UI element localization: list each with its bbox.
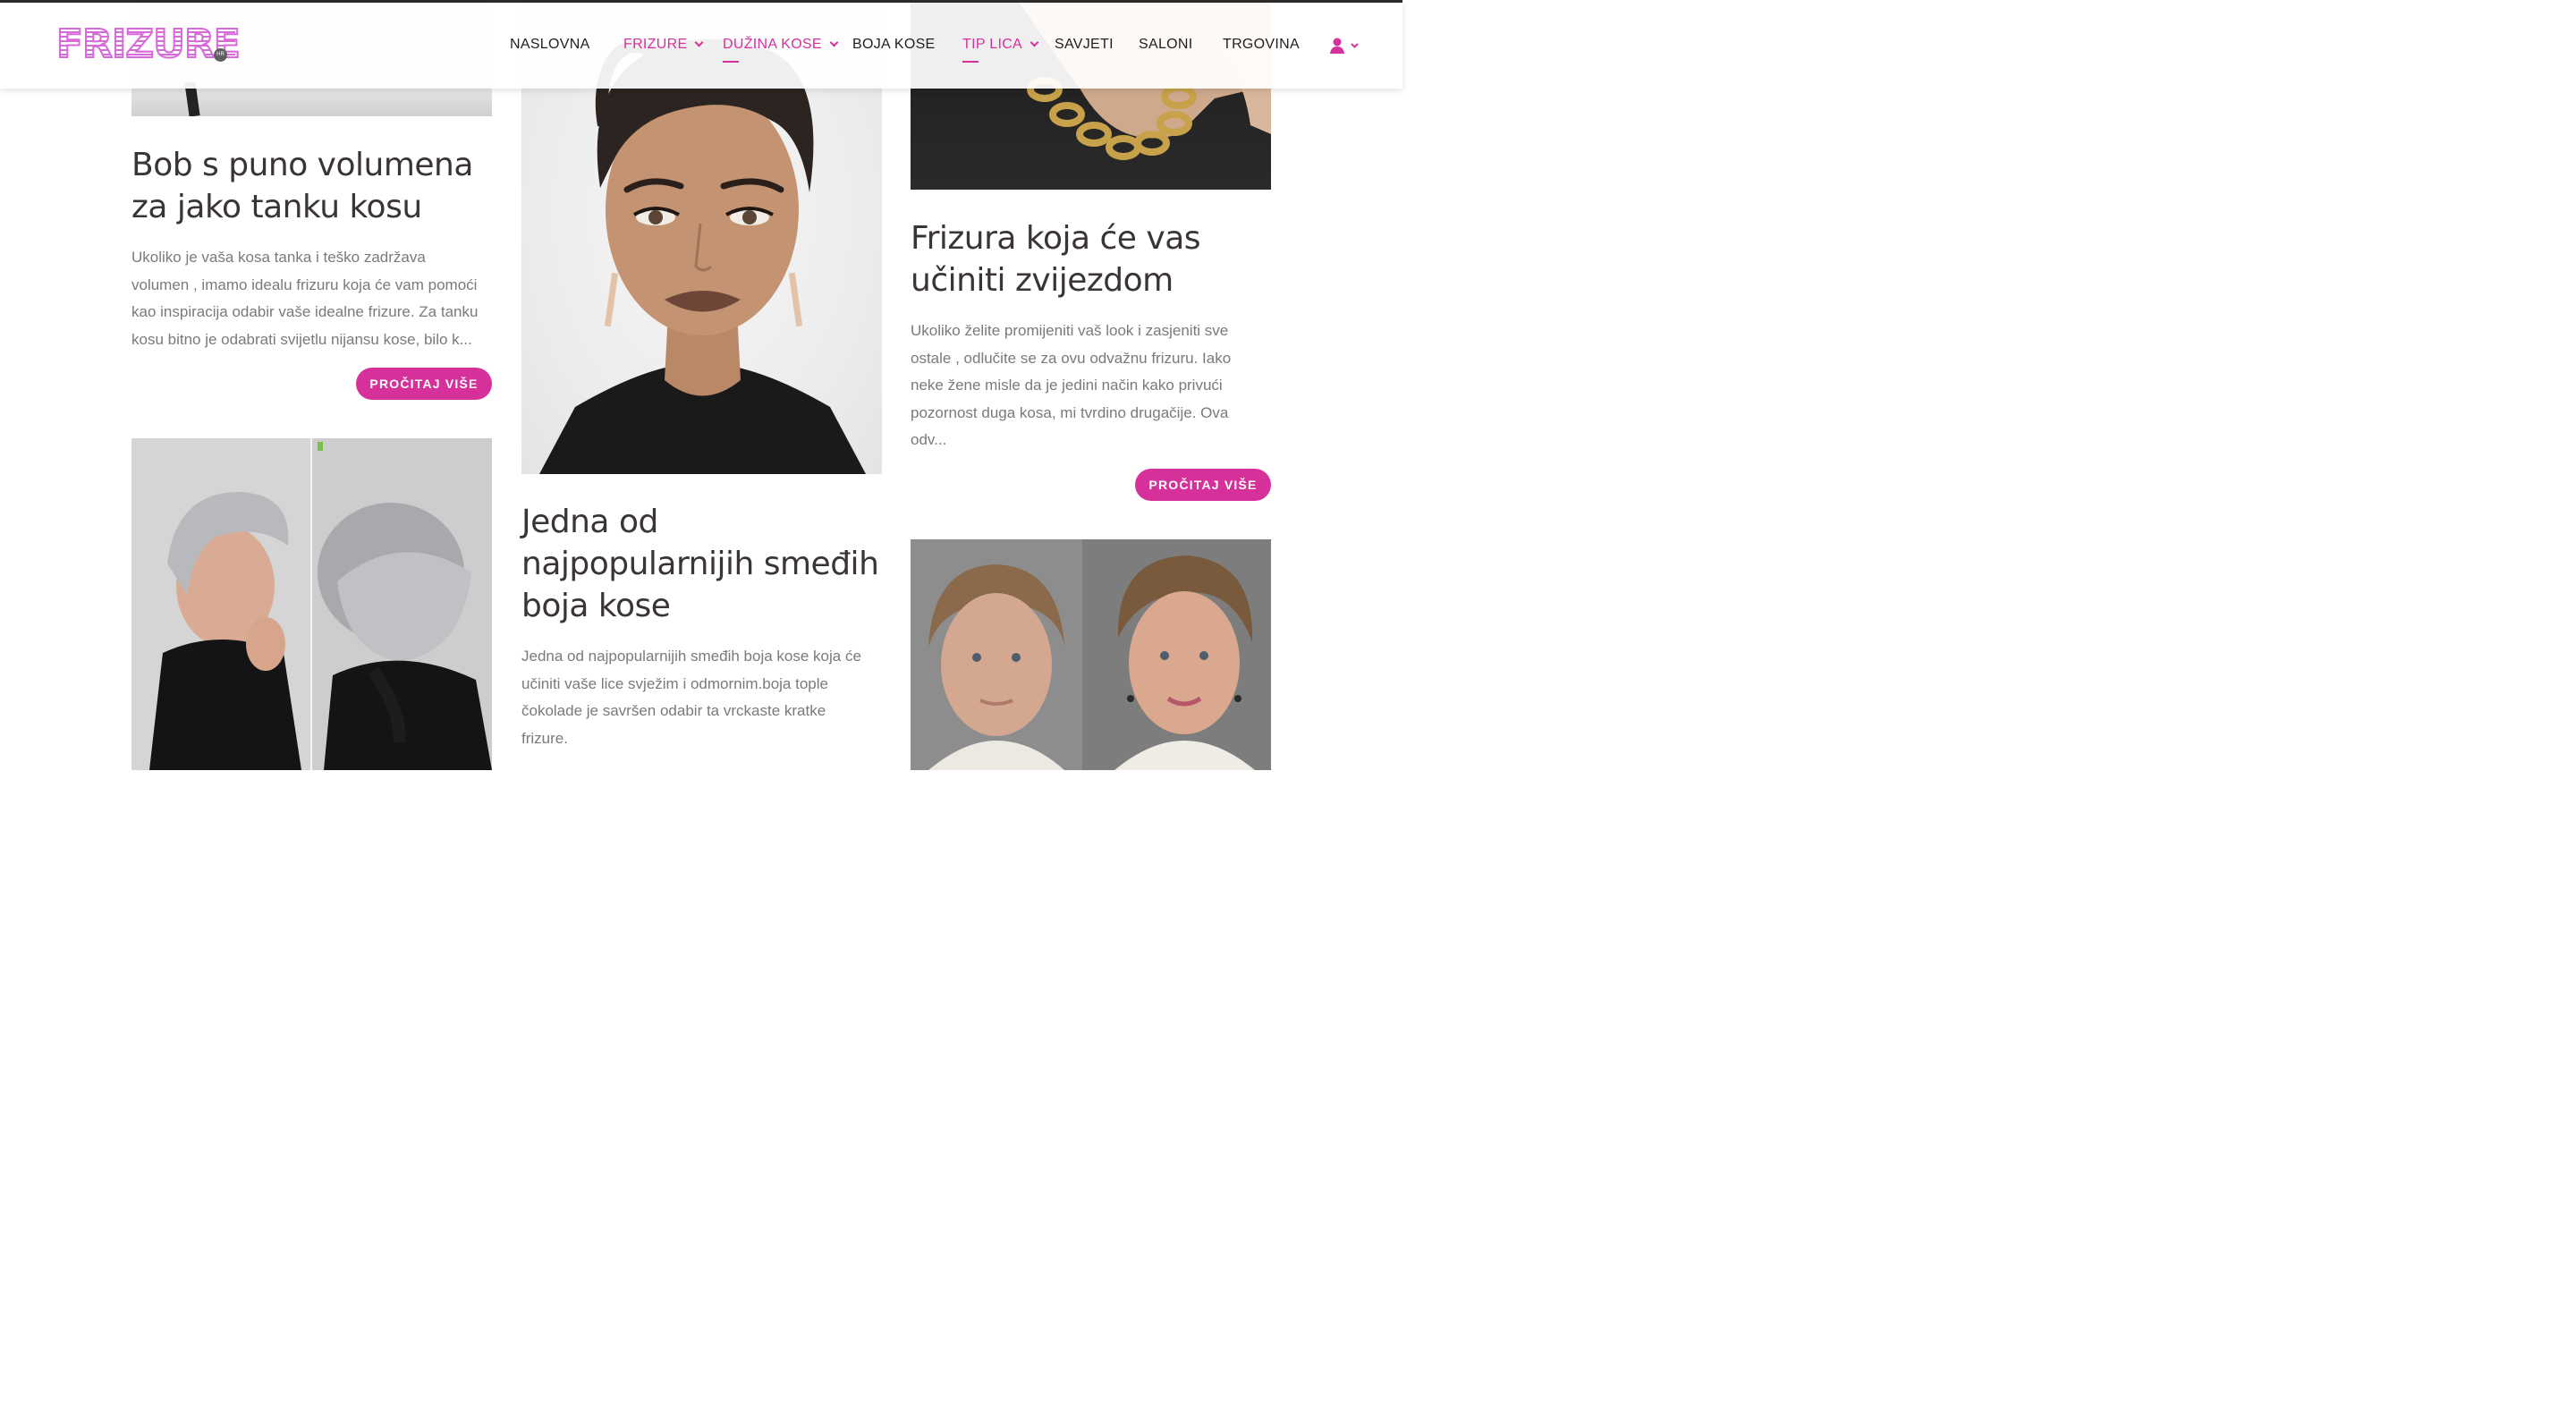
article-excerpt-bob: Ukoliko je vaša kosa tanka i teško zadrž… (131, 244, 478, 353)
chevron-down-icon[interactable] (694, 38, 704, 47)
title-line[interactable]: boja kose (521, 588, 671, 624)
excerpt-line: pozornost duga kosa, mi tvrdino drugačij… (911, 403, 1229, 421)
article-title-star[interactable]: Frizura koja će vas učiniti zvijezdom (911, 217, 1201, 301)
title-line[interactable]: najpopularnijih smeđih (521, 546, 879, 582)
excerpt-line: odv... (911, 431, 947, 448)
excerpt-line: kao inspiracija odabir vaše idealne friz… (131, 303, 479, 320)
article-title-bob[interactable]: Bob s puno volumena za jako tanku kosu (131, 144, 473, 228)
read-more-button[interactable]: PROČITAJ VIŠE (1135, 469, 1271, 501)
makeover-illustration (911, 539, 1271, 770)
excerpt-line: volumen , imamo idealu frizuru koja će v… (131, 275, 478, 293)
logo-wordmark[interactable]: FRIZURE (55, 21, 242, 68)
title-line[interactable]: Jedna od (521, 504, 658, 540)
site-logo[interactable]: FRIZURE HR (55, 21, 242, 69)
nav-label[interactable]: FRIZURE (623, 37, 687, 52)
nav-item-tip-lica[interactable]: TIP LICA (962, 34, 1039, 63)
excerpt-line: kosu bitno je odabrati svijetlu nijansu … (131, 330, 472, 348)
nav-item-frizure[interactable]: FRIZURE (623, 34, 704, 55)
nav-item-boja-kose[interactable]: BOJA KOSE (852, 34, 936, 55)
read-more-button[interactable]: PROČITAJ VIŠE (356, 368, 492, 400)
excerpt-line: učiniti vaše lice svježim i odmornim.boj… (521, 674, 828, 692)
excerpt-line: Jedna od najpopularnijih smeđih boja kos… (521, 648, 861, 665)
nav-label[interactable]: SALONI (1139, 37, 1193, 52)
title-line[interactable]: učiniti zvijezdom (911, 262, 1174, 299)
article-excerpt-star: Ukoliko želite promijeniti vaš look i za… (911, 318, 1231, 454)
top-border (0, 0, 1402, 3)
site-header: FRIZURE HR NASLOVNA FRIZURE DUŽINA KOSE … (0, 3, 1402, 89)
article-excerpt-brown-hair: Jedna od najpopularnijih smeđih boja kos… (521, 643, 861, 752)
excerpt-line: Ukoliko želite promijeniti vaš look i za… (911, 322, 1229, 339)
nav-item-naslovna[interactable]: NASLOVNA (510, 34, 590, 55)
user-menu[interactable] (1329, 37, 1361, 56)
nav-label[interactable]: DUŽINA KOSE (723, 37, 822, 52)
excerpt-line: ostale , odlučite se za ovu odvažnu friz… (911, 349, 1232, 367)
article-image-before-after[interactable] (911, 539, 1271, 770)
active-underline (723, 61, 739, 63)
nav-item-saloni[interactable]: SALONI (1139, 34, 1193, 55)
chevron-down-icon[interactable] (1030, 38, 1039, 47)
article-image-silver-pixie[interactable] (131, 438, 492, 770)
nav-label[interactable]: SAVJETI (1055, 37, 1114, 52)
title-line[interactable]: za jako tanku kosu (131, 189, 422, 225)
nav-label[interactable]: BOJA KOSE (852, 37, 936, 52)
title-line[interactable]: Bob s puno volumena (131, 147, 473, 183)
nav-label[interactable]: TRGOVINA (1223, 37, 1300, 52)
user-icon[interactable] (1329, 37, 1361, 56)
article-title-brown-hair[interactable]: Jedna od najpopularnijih smeđih boja kos… (521, 501, 879, 627)
logo-badge: HR (214, 48, 227, 62)
nav-item-duzina-kose[interactable]: DUŽINA KOSE (723, 34, 839, 63)
excerpt-line: Ukoliko je vaša kosa tanka i teško zadrž… (131, 249, 426, 266)
excerpt-line: frizure. (521, 729, 568, 747)
active-underline (962, 61, 979, 63)
nav-label[interactable]: TIP LICA (962, 37, 1022, 52)
silver-pixie-illustration (131, 438, 492, 770)
title-line[interactable]: Frizura koja će vas (911, 220, 1201, 257)
excerpt-line: čokolade je savršen odabir ta vrckaste k… (521, 702, 826, 719)
chevron-down-icon[interactable] (829, 38, 839, 47)
excerpt-line: neke žene misle da je jedini način kako … (911, 377, 1223, 394)
nav-label[interactable]: NASLOVNA (510, 37, 590, 52)
nav-item-savjeti[interactable]: SAVJETI (1055, 34, 1114, 55)
nav-item-trgovina[interactable]: TRGOVINA (1223, 34, 1300, 55)
